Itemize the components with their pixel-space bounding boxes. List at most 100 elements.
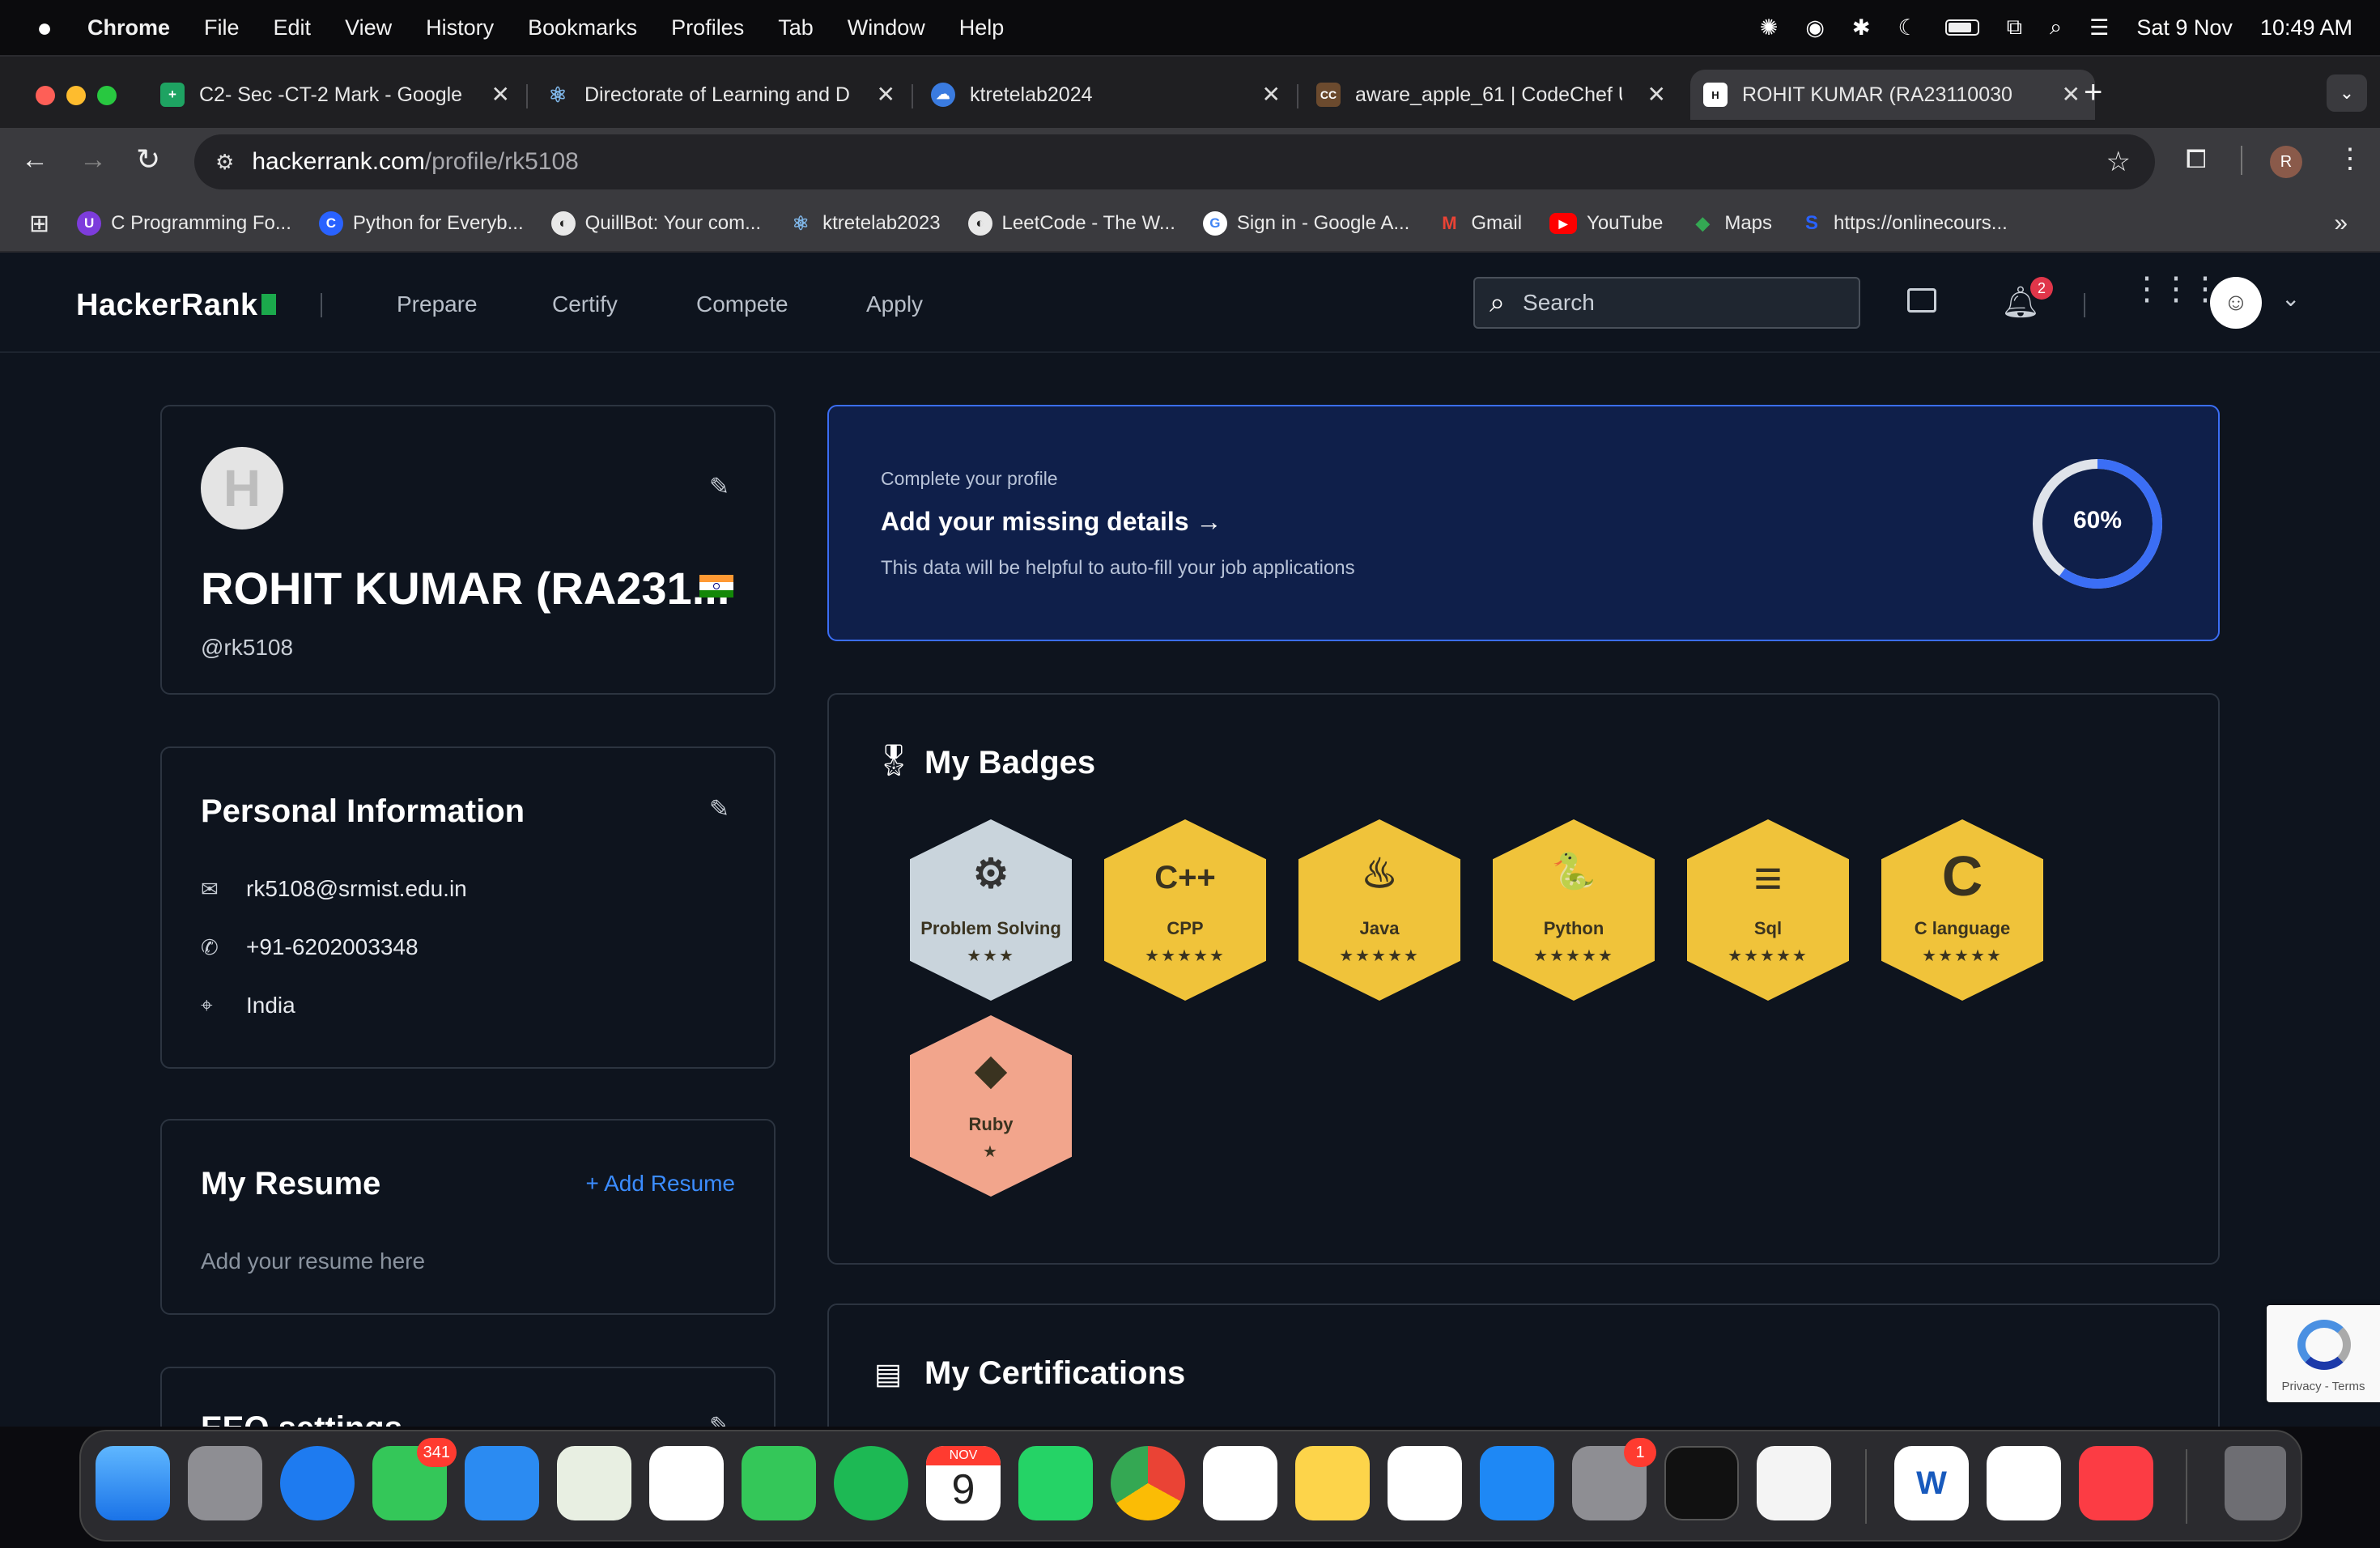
battery-icon[interactable] [1944, 19, 1979, 36]
badge-ruby[interactable]: ◆ Ruby ★ [910, 1015, 1072, 1197]
bookmark-item[interactable]: ◆ Maps [1690, 211, 1772, 236]
menu-bookmarks[interactable]: Bookmarks [528, 15, 637, 40]
close-tab-icon[interactable]: ✕ [877, 81, 895, 108]
screen-mirror-icon[interactable]: ⧉ [2007, 15, 2022, 40]
whatsapp-icon[interactable] [1018, 1446, 1093, 1520]
bookmark-item[interactable]: ◐ QuillBot: Your com... [550, 211, 761, 236]
extensions-puzzle-icon[interactable]: ⧠ [2186, 144, 2207, 175]
tab-codechef[interactable]: CC aware_apple_61 | CodeChef U ✕ [1316, 70, 1666, 120]
close-tab-icon[interactable]: ✕ [491, 81, 510, 108]
edit-eeo-icon[interactable]: ✎ [709, 1412, 729, 1427]
forward-arrow-icon[interactable]: → [79, 144, 107, 176]
apps-grid-icon[interactable]: ⋮⋮⋮ [2131, 273, 2221, 305]
calendar-icon[interactable]: NOV 9 [926, 1446, 1001, 1520]
menubar-time[interactable]: 10:49 AM [2260, 15, 2352, 40]
bookmark-item[interactable]: ⚛ ktretelab2023 [788, 211, 940, 236]
bluetooth-icon[interactable]: ✱ [1852, 15, 1871, 40]
trash-icon[interactable] [2225, 1446, 2286, 1520]
address-bar[interactable]: ⚙ hackerrank.com /profile/rk5108 ☆ [194, 134, 2155, 189]
tab-search-chevron-icon[interactable]: ⌄ [2327, 74, 2367, 112]
system-settings-icon[interactable]: 1 [1572, 1438, 1656, 1520]
nav-prepare[interactable]: Prepare [397, 291, 478, 317]
bookmark-item[interactable]: ◐ LeetCode - The W... [967, 211, 1175, 236]
complete-profile-banner[interactable]: Complete your profile Add your missing d… [827, 405, 2220, 641]
maximize-window-button[interactable] [97, 86, 117, 105]
safari-icon[interactable] [280, 1446, 355, 1520]
menu-profiles[interactable]: Profiles [671, 15, 744, 40]
finder-icon[interactable] [96, 1446, 170, 1520]
banner-heading[interactable]: Add your missing details → [881, 507, 1222, 537]
back-arrow-icon[interactable]: ← [21, 144, 49, 176]
chrome-icon[interactable] [1111, 1446, 1185, 1520]
messages-icon[interactable]: 341 [372, 1438, 457, 1520]
menu-tab[interactable]: Tab [778, 15, 814, 40]
word-icon[interactable]: W [1894, 1446, 1969, 1520]
close-tab-icon[interactable]: ✕ [2062, 81, 2080, 108]
bookmark-star-icon[interactable]: ☆ [2106, 146, 2131, 178]
minimize-window-button[interactable] [66, 86, 86, 105]
vscode-icon[interactable] [1203, 1446, 1277, 1520]
tab-ktretelab2024[interactable]: ☁ ktretelab2024 ✕ [931, 70, 1281, 120]
mail-icon[interactable] [465, 1446, 539, 1520]
activity-monitor-icon[interactable] [1664, 1446, 1739, 1520]
bookmark-item[interactable]: Shttps://onlinecours... [1800, 211, 2008, 236]
apps-grid-icon[interactable]: ⊞ [29, 210, 49, 238]
nav-certify[interactable]: Certify [552, 291, 618, 317]
spotlight-search-icon[interactable]: ⌕ [2050, 15, 2062, 40]
tab-sheets[interactable]: + C2- Sec -CT-2 Mark - Google ✕ [160, 70, 510, 120]
tab-directorate[interactable]: ⚛ Directorate of Learning and D ✕ [546, 70, 895, 120]
tab-hackerrank-active[interactable]: H ROHIT KUMAR (RA23110030 ✕ [1690, 70, 2095, 120]
cube-app-icon[interactable] [1757, 1446, 1831, 1520]
bookmark-item[interactable]: ▶ YouTube [1549, 212, 1663, 235]
control-center-icon[interactable]: ☰ [2089, 15, 2109, 40]
edit-personal-info-icon[interactable]: ✎ [709, 795, 729, 823]
chrome-profile-avatar[interactable]: R [2270, 146, 2302, 178]
close-window-button[interactable] [36, 86, 55, 105]
badge-sql[interactable]: ≡ Sql ★★★★★ [1687, 819, 1849, 1001]
user-avatar[interactable]: ☺ [2210, 277, 2262, 329]
focus-moon-icon[interactable]: ☾ [1898, 15, 1918, 40]
menu-edit[interactable]: Edit [274, 15, 312, 40]
bookmark-item[interactable]: U C Programming Fo... [77, 211, 291, 236]
profile-avatar[interactable]: H [201, 447, 283, 529]
recaptcha-terms[interactable]: Privacy - Terms [2267, 1380, 2380, 1393]
maps-icon[interactable] [557, 1446, 631, 1520]
badge-problem-solving[interactable]: ⚙ Problem Solving ★★★ [910, 819, 1072, 1001]
more-bookmarks-icon[interactable]: » [2334, 210, 2348, 237]
nav-compete[interactable]: Compete [696, 291, 788, 317]
bookmark-item[interactable]: G Sign in - Google A... [1202, 211, 1409, 236]
bookmark-item[interactable]: M Gmail [1437, 211, 1522, 236]
close-tab-icon[interactable]: ✕ [1262, 81, 1281, 108]
freeform-icon[interactable] [1987, 1446, 2061, 1520]
chevron-down-icon[interactable]: ⌄ [2281, 285, 2300, 312]
recaptcha-widget[interactable]: Privacy - Terms [2267, 1305, 2380, 1402]
notes-icon[interactable] [1295, 1446, 1370, 1520]
badge-java[interactable]: ♨ Java ★★★★★ [1298, 819, 1460, 1001]
hackerrank-logo[interactable]: HackerRank [76, 288, 276, 323]
apple-logo-icon[interactable]: ● [31, 13, 58, 43]
badge-python[interactable]: 🐍 Python ★★★★★ [1493, 819, 1655, 1001]
music-icon[interactable] [2079, 1446, 2153, 1520]
menu-window[interactable]: Window [848, 15, 925, 40]
close-tab-icon[interactable]: ✕ [1647, 81, 1666, 108]
new-tab-icon[interactable]: + [2084, 74, 2102, 111]
airdrop-icon[interactable]: ◉ [1805, 15, 1825, 40]
menubar-date[interactable]: Sat 9 Nov [2136, 15, 2233, 40]
badge-cpp[interactable]: C++ CPP ★★★★★ [1104, 819, 1266, 1001]
facetime-icon[interactable] [742, 1446, 816, 1520]
site-info-icon[interactable]: ⚙ [215, 150, 234, 175]
menu-file[interactable]: File [204, 15, 240, 40]
photos-icon[interactable] [649, 1446, 724, 1520]
badge-c-language[interactable]: C C language ★★★★★ [1881, 819, 2043, 1001]
chrome-menu-icon[interactable]: ⋮ [2336, 142, 2364, 175]
add-resume-link[interactable]: + Add Resume [586, 1171, 735, 1197]
menu-help[interactable]: Help [959, 15, 1005, 40]
menu-history[interactable]: History [426, 15, 494, 40]
nav-apply[interactable]: Apply [866, 291, 923, 317]
app-store-icon[interactable] [1480, 1446, 1554, 1520]
openai-icon[interactable]: ✺ [1760, 15, 1779, 40]
search-input[interactable]: ⌕ Search [1473, 277, 1860, 329]
edit-profile-icon[interactable]: ✎ [709, 473, 729, 501]
messages-chat-icon[interactable] [1907, 288, 1936, 313]
spotify-icon[interactable] [834, 1446, 908, 1520]
